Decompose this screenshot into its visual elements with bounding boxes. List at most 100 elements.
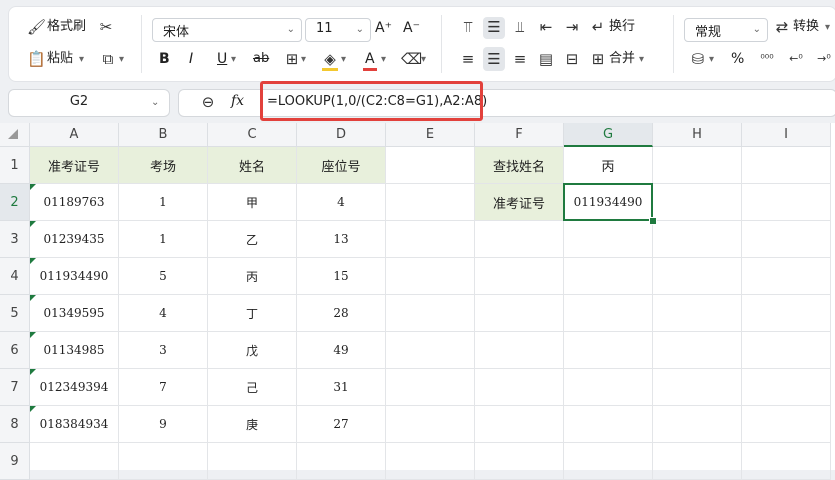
cell-f4[interactable] xyxy=(475,258,564,295)
merge-chevron-down-icon[interactable]: ▾ xyxy=(639,51,644,69)
percent-button[interactable]: % xyxy=(731,50,744,68)
fill-handle[interactable] xyxy=(649,217,657,225)
cell-d8[interactable]: 27 xyxy=(297,406,386,443)
cell-h2[interactable] xyxy=(653,184,742,221)
cell-b3[interactable]: 1 xyxy=(119,221,208,258)
cell-i9[interactable] xyxy=(742,443,831,480)
column-header-f[interactable]: F xyxy=(475,123,564,147)
cell-f6[interactable] xyxy=(475,332,564,369)
cell-d2[interactable]: 4 xyxy=(297,184,386,221)
cell-h3[interactable] xyxy=(653,221,742,258)
cell-c5[interactable]: 丁 xyxy=(208,295,297,332)
cell-b7[interactable]: 7 xyxy=(119,369,208,406)
align-left-icon[interactable]: ≡ xyxy=(459,50,477,68)
border-chevron-down-icon[interactable]: ▾ xyxy=(301,51,306,69)
cell-h1[interactable] xyxy=(653,147,742,184)
align-bottom-icon[interactable]: ⫫ xyxy=(511,18,529,36)
column-header-g[interactable]: G xyxy=(564,123,653,147)
row-header-8[interactable]: 8 xyxy=(0,406,30,443)
wrap-text-label[interactable]: 换行 xyxy=(609,18,635,36)
indent-increase-icon[interactable]: ⇥ xyxy=(563,18,581,36)
cell-f3[interactable] xyxy=(475,221,564,258)
cell-i4[interactable] xyxy=(742,258,831,295)
cell-h4[interactable] xyxy=(653,258,742,295)
clear-chevron-down-icon[interactable]: ▾ xyxy=(421,51,426,69)
underline-button[interactable]: U xyxy=(217,50,227,68)
cell-e7[interactable] xyxy=(386,369,475,406)
chevron-down-icon[interactable]: ⌄ xyxy=(151,94,159,112)
align-center-icon[interactable]: ☰ xyxy=(485,50,503,68)
zoom-icon[interactable]: ⊖ xyxy=(199,93,217,111)
currency-icon[interactable]: ⛁ xyxy=(689,50,707,68)
convert-icon[interactable]: ⇄ xyxy=(773,18,791,36)
column-header-b[interactable]: B xyxy=(119,123,208,147)
cell-d6[interactable]: 49 xyxy=(297,332,386,369)
cell-i3[interactable] xyxy=(742,221,831,258)
cell-c9[interactable] xyxy=(208,443,297,480)
row-header-9[interactable]: 9 xyxy=(0,443,30,480)
number-format-select[interactable]: 常规 ⌄ xyxy=(684,18,768,42)
copy-icon[interactable]: ⧉ xyxy=(99,50,117,68)
fx-icon[interactable]: fx xyxy=(231,93,244,109)
cell-i7[interactable] xyxy=(742,369,831,406)
cell-c1[interactable]: 姓名 xyxy=(208,147,297,184)
increase-decimal-icon[interactable]: ←⁰ xyxy=(785,50,807,68)
cell-f1[interactable]: 查找姓名 xyxy=(475,147,564,184)
fill-color-chevron-down-icon[interactable]: ▾ xyxy=(341,51,346,69)
cell-e3[interactable] xyxy=(386,221,475,258)
cell-a2[interactable]: 01189763 xyxy=(30,184,119,221)
cell-c6[interactable]: 戊 xyxy=(208,332,297,369)
convert-label[interactable]: 转换 xyxy=(793,18,819,36)
cell-b8[interactable]: 9 xyxy=(119,406,208,443)
cell-d5[interactable]: 28 xyxy=(297,295,386,332)
cell-h5[interactable] xyxy=(653,295,742,332)
cell-a3[interactable]: 01239435 xyxy=(30,221,119,258)
row-header-5[interactable]: 5 xyxy=(0,295,30,332)
row-header-6[interactable]: 6 xyxy=(0,332,30,369)
shrink-font-button[interactable]: A⁻ xyxy=(403,19,420,37)
name-box[interactable]: G2 ⌄ xyxy=(8,89,170,117)
cell-c3[interactable]: 乙 xyxy=(208,221,297,258)
cell-h6[interactable] xyxy=(653,332,742,369)
column-header-c[interactable]: C xyxy=(208,123,297,147)
cell-a4[interactable]: 011934490 xyxy=(30,258,119,295)
wrap-text-icon[interactable]: ↵ xyxy=(589,18,607,36)
eraser-icon[interactable]: ⌫ xyxy=(401,50,422,68)
cell-g6[interactable] xyxy=(564,332,653,369)
cell-b1[interactable]: 考场 xyxy=(119,147,208,184)
font-size-select[interactable]: 11 ⌄ xyxy=(305,18,371,42)
justify-icon[interactable]: ▤ xyxy=(537,50,555,68)
cell-h9[interactable] xyxy=(653,443,742,480)
row-header-2[interactable]: 2 xyxy=(0,184,30,221)
cell-c7[interactable]: 己 xyxy=(208,369,297,406)
cell-f7[interactable] xyxy=(475,369,564,406)
cell-g7[interactable] xyxy=(564,369,653,406)
align-middle-icon[interactable]: ☰ xyxy=(485,18,503,36)
column-header-a[interactable]: A xyxy=(30,123,119,147)
cell-b5[interactable]: 4 xyxy=(119,295,208,332)
border-icon[interactable]: ⊞ xyxy=(283,50,301,68)
column-header-e[interactable]: E xyxy=(386,123,475,147)
scissors-icon[interactable]: ✂ xyxy=(97,18,115,36)
cell-a7[interactable]: 012349394 xyxy=(30,369,119,406)
cell-g5[interactable] xyxy=(564,295,653,332)
convert-chevron-down-icon[interactable]: ▾ xyxy=(825,19,830,37)
cell-f8[interactable] xyxy=(475,406,564,443)
cell-e1[interactable] xyxy=(386,147,475,184)
paste-chevron-down-icon[interactable]: ▾ xyxy=(79,51,84,69)
cell-d1[interactable]: 座位号 xyxy=(297,147,386,184)
font-name-select[interactable]: 宋体 ⌄ xyxy=(152,18,302,42)
select-all-corner[interactable] xyxy=(0,123,30,147)
row-header-1[interactable]: 1 xyxy=(0,147,30,184)
indent-decrease-icon[interactable]: ⇤ xyxy=(537,18,555,36)
cell-g9[interactable] xyxy=(564,443,653,480)
italic-button[interactable]: I xyxy=(189,50,193,68)
cell-e9[interactable] xyxy=(386,443,475,480)
cell-d7[interactable]: 31 xyxy=(297,369,386,406)
column-header-h[interactable]: H xyxy=(653,123,742,147)
cell-c8[interactable]: 庚 xyxy=(208,406,297,443)
align-top-icon[interactable]: ⫪ xyxy=(459,18,477,36)
distribute-icon[interactable]: ⊟ xyxy=(563,50,581,68)
cell-c2[interactable]: 甲 xyxy=(208,184,297,221)
paste-icon[interactable]: 📋 xyxy=(27,50,46,68)
